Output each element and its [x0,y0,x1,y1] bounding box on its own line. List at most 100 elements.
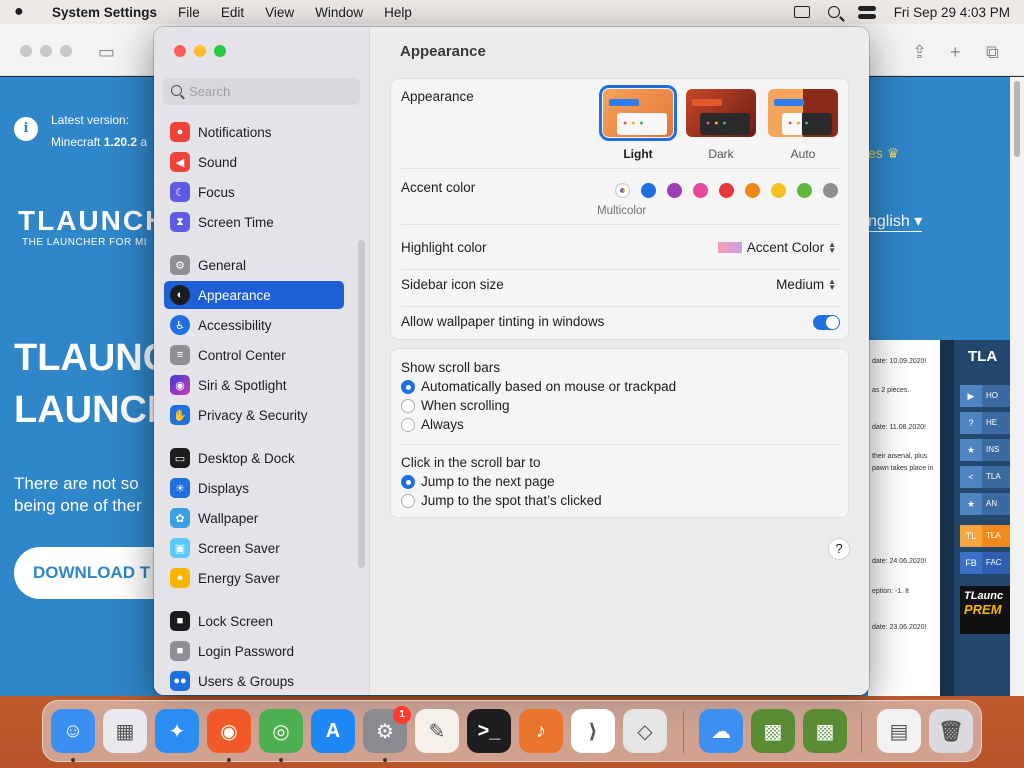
app-store-icon[interactable]: A [311,709,355,753]
stage-manager-icon[interactable] [793,6,810,18]
menu-help[interactable]: Help [384,5,412,20]
side-menu-item[interactable]: ★ AN [960,493,1010,515]
wallpaper-tinting-toggle[interactable] [813,315,840,330]
search-field[interactable] [163,78,360,105]
scroll-option-when-scrolling[interactable]: When scrolling [401,398,510,413]
weather-icon[interactable]: ☁ [699,709,743,753]
premium-banner[interactable]: TLaunc PREM [960,586,1010,634]
radio-button[interactable] [401,474,415,489]
sidebar-item-screen-time[interactable]: ⧗ Screen Time [164,208,344,236]
dock: ☺ ▦ ✦ ◉ ◎ A ⚙ ✎ >_ ♪ ⟩ ◇ ☁ ▩ ▩ ▤ 🗑 1 [42,700,982,762]
radio-button[interactable] [401,493,415,508]
side-menu-item[interactable]: FB FAC [960,552,1010,574]
browser-zoom-button[interactable] [60,45,72,57]
accent-swatch-multicolor[interactable] [615,183,630,198]
sidebar-item-appearance[interactable]: ◐ Appearance [164,281,344,309]
accent-swatch-yellow[interactable] [771,183,786,198]
accent-swatch-blue[interactable] [641,183,656,198]
sidebar-item-lock-screen[interactable]: ■ Lock Screen [164,607,344,635]
zoom-button[interactable] [214,45,226,57]
page-scrollbar[interactable] [1010,77,1024,696]
finder-icon[interactable]: ☺ [51,709,95,753]
click-option-next-page[interactable]: Jump to the next page [401,474,555,489]
accent-swatch-purple[interactable] [667,183,682,198]
click-option-spot-clicked[interactable]: Jump to the spot that’s clicked [401,493,602,508]
garageband-icon[interactable]: ♪ [519,709,563,753]
vscode-icon[interactable]: ⟩ [571,709,615,753]
tab-overview-icon[interactable]: ⧉ [986,42,999,63]
search-input[interactable] [189,82,349,101]
scroll-option-always[interactable]: Always [401,417,464,432]
accent-swatch-pink[interactable] [693,183,708,198]
appearance-option-light[interactable]: ● ● ● Light [599,85,677,161]
side-menu-item[interactable]: ▶ HO [960,385,1010,407]
sidebar-icon-size-popup[interactable]: Medium ▲ ▼ [776,277,836,292]
language-select[interactable]: nglish ▾ [868,211,923,232]
minecraft-icon[interactable]: ▩ [751,709,795,753]
apple-menu-icon[interactable]: ● [14,3,38,21]
sidebar-toggle-icon[interactable]: ▭ [98,42,115,63]
radio-button[interactable] [401,379,415,394]
close-button[interactable] [174,45,186,57]
recent-document-icon[interactable]: ▤ [877,709,921,753]
menu-window[interactable]: Window [315,5,363,20]
sidebar-item-screen-saver[interactable]: ▣ Screen Saver [164,534,344,562]
side-menu-item[interactable]: < TLA [960,466,1010,488]
menu-edit[interactable]: Edit [221,5,244,20]
sidebar-scrollbar[interactable] [358,240,365,568]
sidebar-item-general[interactable]: ⚙ General [164,251,344,279]
screensaver-icon: ▣ [170,538,190,558]
sidebar-item-privacy-security[interactable]: ✋ Privacy & Security [164,401,344,429]
gold-link[interactable]: es ♛ [868,145,899,162]
radio-button[interactable] [401,398,415,413]
accent-swatch-red[interactable] [719,183,734,198]
minimize-button[interactable] [194,45,206,57]
menu-view[interactable]: View [265,5,294,20]
menubar-clock[interactable]: Fri Sep 29 4:03 PM [894,5,1010,20]
sidebar-item-focus[interactable]: ☾ Focus [164,178,344,206]
browser-minimize-button[interactable] [40,45,52,57]
spotlight-icon[interactable] [827,6,840,18]
textedit-icon[interactable]: ✎ [415,709,459,753]
star-icon: ★ [960,493,982,515]
minecraft-launcher-icon[interactable]: ▩ [803,709,847,753]
launchpad-icon[interactable]: ▦ [103,709,147,753]
sidebar-item-desktop-dock[interactable]: ▭ Desktop & Dock [164,444,344,472]
side-menu-item[interactable]: ? HE [960,412,1010,434]
radio-button[interactable] [401,417,415,432]
sidebar-item-siri-spotlight[interactable]: ◉ Siri & Spotlight [164,371,344,399]
sidebar-item-accessibility[interactable]: ♿ Accessibility [164,311,344,339]
sidebar-item-sound[interactable]: ◀ Sound [164,148,344,176]
sidebar-item-login-password[interactable]: ■ Login Password [164,637,344,665]
accent-swatch-green[interactable] [797,183,812,198]
trash-icon[interactable]: 🗑 [929,709,973,753]
highlight-color-popup[interactable]: Accent Color ▲ ▼ [717,240,836,255]
appearance-option-auto[interactable]: ● ● ● Auto [768,89,838,161]
menu-file[interactable]: File [178,5,200,20]
sidebar-item-displays[interactable]: ☀ Displays [164,474,344,502]
sidebar-item-wallpaper[interactable]: ✿ Wallpaper [164,504,344,532]
chrome-icon[interactable]: ◎ [259,709,303,753]
new-tab-icon[interactable]: + [950,42,961,63]
roblox-icon[interactable]: ◇ [623,709,667,753]
share-icon[interactable]: ⇪ [912,42,927,63]
control-center-icon[interactable] [857,5,876,19]
sidebar-item-control-center[interactable]: ≡ Control Center [164,341,344,369]
side-menu-item[interactable]: TL TLA [960,525,1010,547]
browser-close-button[interactable] [20,45,32,57]
sidebar-item-notifications[interactable]: ● Notifications [164,118,344,146]
page-scrollbar-thumb[interactable] [1014,81,1020,157]
accent-swatch-graphite[interactable] [823,183,838,198]
firefox-icon[interactable]: ◉ [207,709,251,753]
app-menu[interactable]: System Settings [52,5,157,20]
sidebar-item-users-groups[interactable]: ●● Users & Groups [164,667,344,695]
help-button[interactable]: ? [828,538,850,560]
scroll-option-auto[interactable]: Automatically based on mouse or trackpad [401,379,676,394]
accent-swatch-orange[interactable] [745,183,760,198]
terminal-icon[interactable]: >_ [467,709,511,753]
appearance-option-dark[interactable]: ● ● ● Dark [686,89,756,161]
sidebar-item-energy-saver[interactable]: ● Energy Saver [164,564,344,592]
tlauncher-logo[interactable]: TLAUNCH [18,205,167,237]
safari-icon[interactable]: ✦ [155,709,199,753]
side-menu-item[interactable]: ★ INS [960,439,1010,461]
